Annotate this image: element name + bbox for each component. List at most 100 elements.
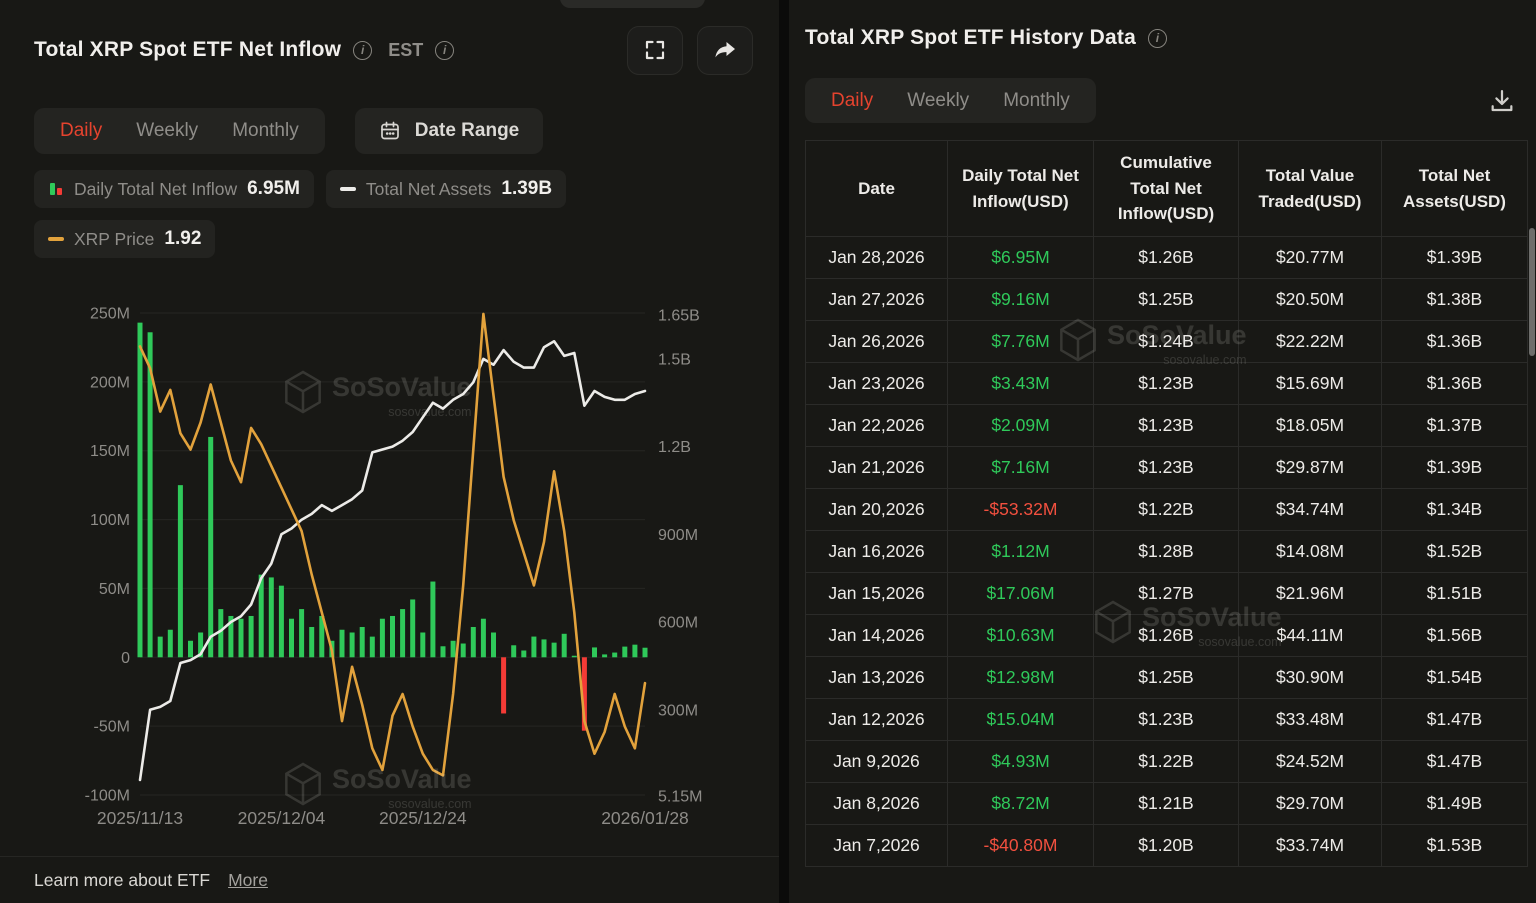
- cell-daily-inflow: $3.43M: [947, 362, 1094, 405]
- inflow-bar: [440, 646, 446, 658]
- inflow-bar: [612, 652, 618, 658]
- inflow-bar: [248, 615, 254, 658]
- cell-daily-inflow: $1.12M: [947, 530, 1094, 573]
- left-panel-header: Total XRP Spot ETF Net Inflow i EST i: [34, 24, 753, 76]
- cell-date: Jan 7,2026: [805, 824, 948, 867]
- table-row: Jan 20,2026 -$53.32M $1.22B $34.74M $1.34B: [805, 488, 1528, 531]
- cell-date: Jan 26,2026: [805, 320, 948, 363]
- fullscreen-button[interactable]: [627, 25, 683, 75]
- left-axis-tick: 200M: [90, 374, 130, 391]
- download-button[interactable]: [1484, 83, 1520, 119]
- cell-cumulative-inflow: $1.20B: [1093, 824, 1239, 867]
- cell-cumulative-inflow: $1.23B: [1093, 446, 1239, 489]
- cell-date: Jan 21,2026: [805, 446, 948, 489]
- cell-value-traded: $29.70M: [1238, 782, 1382, 825]
- history-period-tabs: Daily Weekly Monthly: [805, 78, 1096, 123]
- cell-date: Jan 15,2026: [805, 572, 948, 615]
- cell-cumulative-inflow: $1.21B: [1093, 782, 1239, 825]
- info-icon[interactable]: i: [353, 40, 373, 60]
- cell-value-traded: $22.22M: [1238, 320, 1382, 363]
- inflow-bar: [551, 642, 557, 658]
- table-row: Jan 21,2026 $7.16M $1.23B $29.87M $1.39B: [805, 446, 1528, 489]
- col-header-cumulative-inflow: Cumulative Total Net Inflow(USD): [1093, 140, 1239, 237]
- share-button[interactable]: [697, 25, 753, 75]
- white-dash-icon: [339, 186, 356, 192]
- table-row: Jan 28,2026 $6.95M $1.26B $20.77M $1.39B: [805, 236, 1528, 279]
- cell-value-traded: $44.11M: [1238, 614, 1382, 657]
- cell-daily-inflow: -$40.80M: [947, 824, 1094, 867]
- cell-net-assets: $1.49B: [1381, 782, 1528, 825]
- tab-daily[interactable]: Daily: [60, 120, 102, 142]
- cell-value-traded: $34.74M: [1238, 488, 1382, 531]
- scrollbar-thumb[interactable]: [1529, 228, 1535, 356]
- table-row: Jan 9,2026 $4.93M $1.22B $24.52M $1.47B: [805, 740, 1528, 783]
- legend-total-net-assets[interactable]: Total Net Assets 1.39B: [325, 170, 567, 208]
- cell-value-traded: $30.90M: [1238, 656, 1382, 699]
- offscreen-button-fragment: [560, 0, 705, 8]
- tab-monthly[interactable]: Monthly: [1003, 90, 1070, 112]
- tab-monthly[interactable]: Monthly: [232, 120, 299, 142]
- left-axis-tick: 50M: [99, 581, 130, 598]
- inflow-bar: [571, 655, 577, 658]
- footer-more-link[interactable]: More: [228, 870, 268, 891]
- fullscreen-icon: [643, 38, 667, 62]
- inflow-bar: [460, 643, 466, 658]
- history-title: Total XRP Spot ETF History Data: [805, 26, 1136, 49]
- x-axis-tick: 2025/11/13: [97, 808, 183, 828]
- history-table: Date Daily Total Net Inflow(USD) Cumulat…: [805, 140, 1528, 867]
- table-row: Jan 13,2026 $12.98M $1.25B $30.90M $1.54B: [805, 656, 1528, 699]
- calendar-icon: [379, 120, 401, 142]
- est-info-icon[interactable]: i: [435, 40, 455, 60]
- inflow-bar: [531, 636, 537, 658]
- history-info-icon[interactable]: i: [1147, 28, 1167, 48]
- inflow-bar: [430, 581, 436, 658]
- cell-cumulative-inflow: $1.27B: [1093, 572, 1239, 615]
- right-axis-tick: 1.2B: [658, 439, 691, 456]
- x-axis-tick: 2026/01/28: [601, 808, 689, 828]
- tab-weekly[interactable]: Weekly: [136, 120, 198, 142]
- inflow-bar: [157, 636, 163, 658]
- table-row: Jan 12,2026 $15.04M $1.23B $33.48M $1.47B: [805, 698, 1528, 741]
- cell-net-assets: $1.38B: [1381, 278, 1528, 321]
- cell-date: Jan 9,2026: [805, 740, 948, 783]
- x-axis-tick: 2025/12/24: [379, 808, 467, 828]
- cell-daily-inflow: $8.72M: [947, 782, 1094, 825]
- cell-daily-inflow: -$53.32M: [947, 488, 1094, 531]
- cell-net-assets: $1.47B: [1381, 740, 1528, 783]
- inflow-bar: [450, 640, 456, 658]
- cell-daily-inflow: $15.04M: [947, 698, 1094, 741]
- left-axis-tick: 0: [121, 650, 130, 667]
- inflow-bar: [339, 629, 345, 658]
- inflow-bar: [238, 618, 244, 658]
- legend-xrp-price[interactable]: XRP Price 1.92: [34, 220, 216, 258]
- cell-daily-inflow: $9.16M: [947, 278, 1094, 321]
- col-header-date: Date: [805, 140, 948, 237]
- right-axis-tick: 900M: [658, 527, 698, 544]
- left-axis-tick: -100M: [85, 788, 130, 805]
- net-inflow-chart-area: 250M 200M 150M 100M 50M 0 -50M -100M 1.65B 1.5B 1.…: [0, 288, 779, 850]
- orange-dash-icon: [48, 236, 64, 242]
- table-row: Jan 15,2026 $17.06M $1.27B $21.96M $1.51B: [805, 572, 1528, 615]
- cell-date: Jan 27,2026: [805, 278, 948, 321]
- price-line: [138, 312, 647, 777]
- table-row: Jan 14,2026 $10.63M $1.26B $44.11M $1.56B: [805, 614, 1528, 657]
- est-label: EST: [388, 39, 424, 60]
- table-row: Jan 7,2026 -$40.80M $1.20B $33.74M $1.53B: [805, 824, 1528, 867]
- tab-daily[interactable]: Daily: [831, 90, 873, 112]
- cell-cumulative-inflow: $1.25B: [1093, 278, 1239, 321]
- cell-net-assets: $1.51B: [1381, 572, 1528, 615]
- date-range-button[interactable]: Date Range: [354, 108, 544, 154]
- legend-daily-net-inflow[interactable]: Daily Total Net Inflow 6.95M: [34, 170, 314, 208]
- cell-cumulative-inflow: $1.22B: [1093, 740, 1239, 783]
- inflow-bar: [632, 644, 638, 658]
- cell-value-traded: $20.50M: [1238, 278, 1382, 321]
- inflow-bars-icon: [48, 181, 64, 197]
- left-axis-tick: 150M: [90, 443, 130, 460]
- right-axis-tick: 300M: [658, 702, 698, 719]
- cell-net-assets: $1.39B: [1381, 446, 1528, 489]
- net-inflow-chart[interactable]: 250M 200M 150M 100M 50M 0 -50M -100M 1.65B 1.5B 1.…: [0, 288, 779, 836]
- inflow-bar: [379, 618, 385, 658]
- cell-value-traded: $24.52M: [1238, 740, 1382, 783]
- tab-weekly[interactable]: Weekly: [907, 90, 969, 112]
- left-axis-tick: -50M: [94, 719, 130, 736]
